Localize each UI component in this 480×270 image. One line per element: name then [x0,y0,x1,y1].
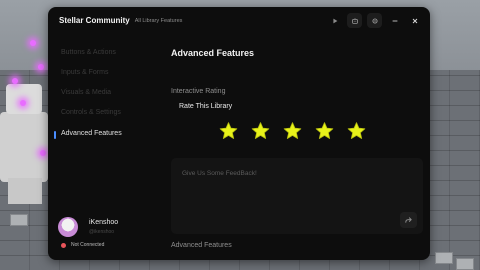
app-subtitle: All Library Features [134,17,183,24]
rating-card: Rate This Library [171,99,423,151]
library-window: Stellar Community All Library Features B… [48,7,430,260]
content-panel: Advanced Features Interactive Rating Rat… [162,34,430,260]
player-avatar-body [0,112,48,182]
page-title: Advanced Features [171,48,255,58]
sidebar-item-visuals-media[interactable]: Visuals & Media [61,89,111,96]
status-text: Not Connected [71,242,105,248]
sparkle-effect [40,150,46,156]
sparkle-effect [12,78,18,84]
close-icon[interactable] [407,13,422,28]
sidebar-item-buttons-actions[interactable]: Buttons & Actions [61,49,116,56]
floor-tile [10,214,28,226]
star-rating [218,121,367,141]
settings-icon[interactable] [367,13,382,28]
avatar [58,217,78,237]
feedback-input[interactable] [182,170,382,177]
connection-status: Not Connected [61,242,104,248]
robot-icon[interactable] [347,13,362,28]
app-title: Stellar Community [59,16,130,25]
play-icon[interactable] [327,13,342,28]
user-handle: @ikenshoo [89,229,115,235]
sparkle-effect [20,100,26,106]
star-icon[interactable] [346,121,367,141]
star-icon[interactable] [218,121,239,141]
rating-title: Rate This Library [179,103,233,110]
titlebar[interactable]: Stellar Community All Library Features [48,7,430,34]
sparkle-effect [30,40,36,46]
sidebar-item-controls-settings[interactable]: Controls & Settings [61,109,121,116]
star-icon[interactable] [314,121,335,141]
player-avatar-legs [8,178,42,204]
floor-tile [456,258,474,270]
user-name: iKenshoo [89,219,119,226]
feedback-box [171,158,423,234]
section-label-advanced-features: Advanced Features [171,242,232,249]
active-tab-indicator [54,131,56,139]
sidebar: Buttons & Actions Inputs & Forms Visuals… [48,34,162,260]
minimize-icon[interactable] [387,13,402,28]
sidebar-item-advanced-features[interactable]: Advanced Features [61,130,122,137]
sparkle-effect [38,64,44,70]
player-avatar-head [6,84,42,114]
sidebar-item-inputs-forms[interactable]: Inputs & Forms [61,69,108,76]
section-label-interactive-rating: Interactive Rating [171,88,226,95]
star-icon[interactable] [250,121,271,141]
star-icon[interactable] [282,121,303,141]
title-controls [327,13,422,28]
status-dot-icon [61,242,66,248]
floor-tile [435,252,453,264]
send-feedback-button[interactable] [400,212,417,228]
send-arrow-icon [405,216,412,223]
